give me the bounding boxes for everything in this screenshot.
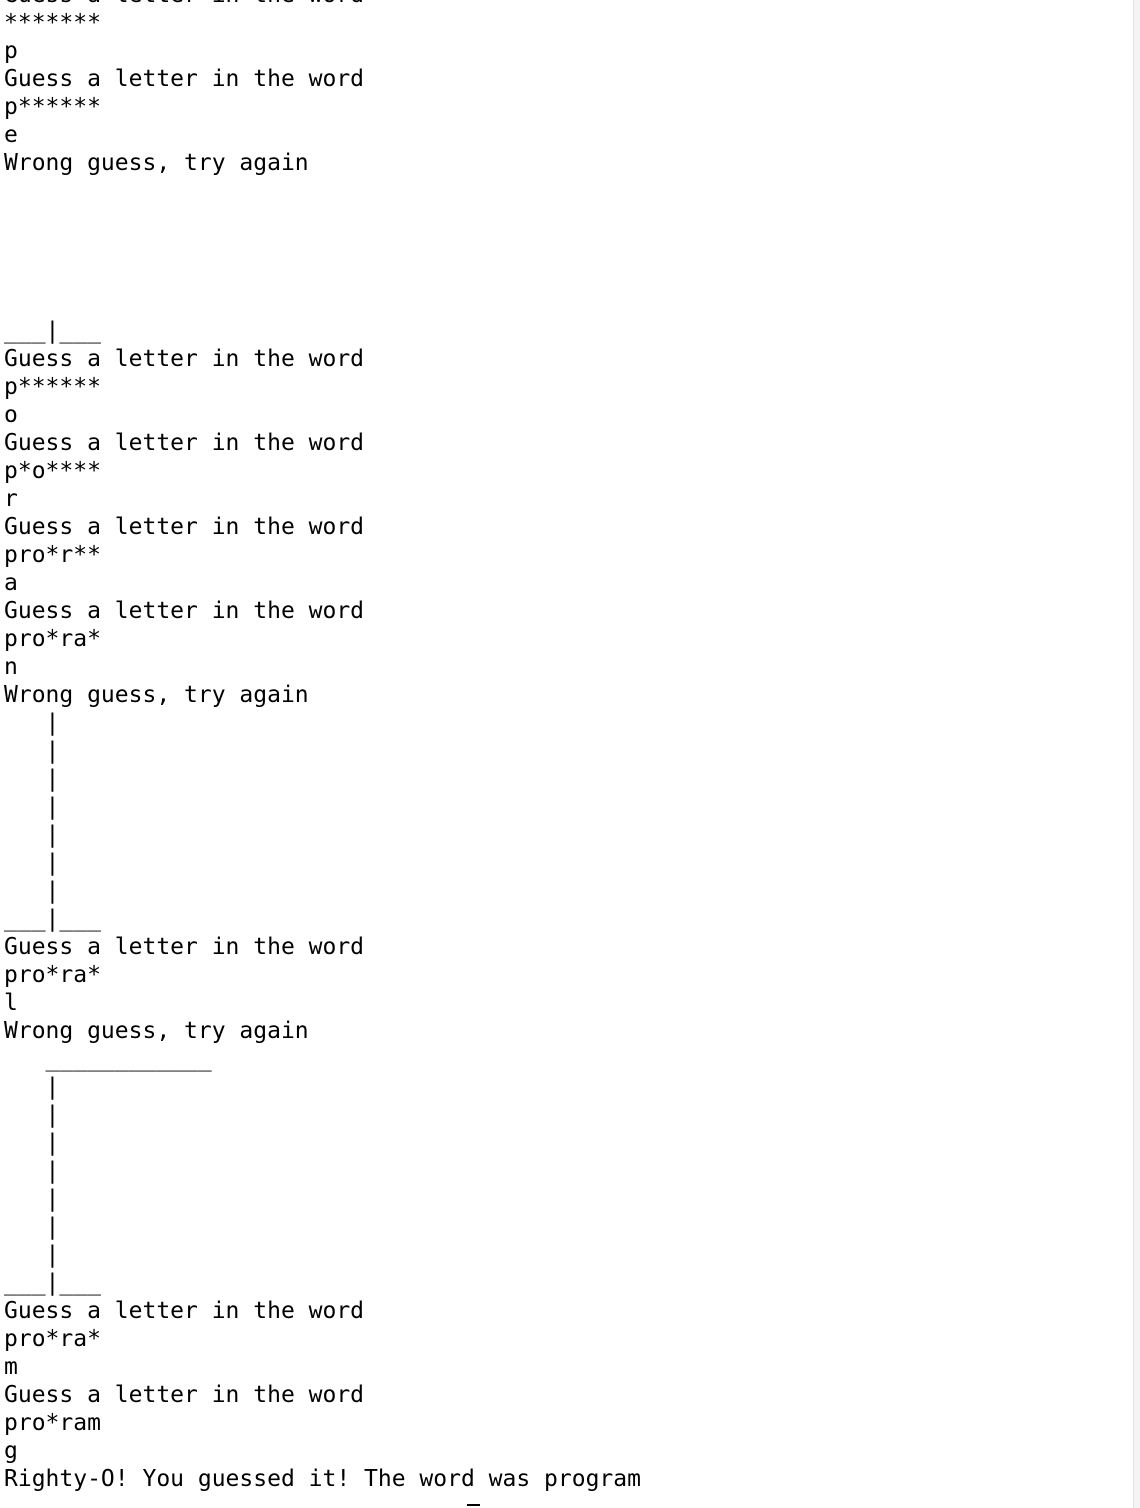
- terminal-line: Guess a letter in the word: [4, 1382, 365, 1408]
- terminal-line: |: [4, 822, 60, 848]
- terminal-line: r: [4, 486, 18, 512]
- terminal-line: |: [4, 1158, 60, 1184]
- terminal-line: |: [4, 1186, 60, 1212]
- terminal-line: Guess a letter in the word: [4, 598, 365, 624]
- terminal-line: Wrong guess, try again: [4, 1018, 309, 1044]
- terminal-line: pro*ra*: [4, 626, 101, 652]
- terminal-line: l: [4, 990, 18, 1016]
- terminal-line: e: [4, 122, 18, 148]
- terminal-line: pro*ra*: [4, 1326, 101, 1352]
- terminal-line: |: [4, 1242, 60, 1268]
- terminal-line: *******: [4, 10, 101, 36]
- terminal-line: |: [4, 1214, 60, 1240]
- terminal-line: ___|___: [4, 1270, 101, 1296]
- terminal-line: Wrong guess, try again: [4, 682, 309, 708]
- terminal-line: Guess a letter in the word: [4, 0, 364, 9]
- terminal-line: ___|___: [4, 318, 101, 344]
- terminal-line: m: [4, 1354, 18, 1380]
- terminal-line: |: [4, 1074, 60, 1100]
- terminal-line: g: [4, 1438, 18, 1464]
- terminal-line: a: [4, 570, 18, 596]
- terminal-line: p: [4, 38, 18, 64]
- terminal-line: ___|___: [4, 906, 101, 932]
- terminal-line: p******: [4, 94, 101, 120]
- terminal-line: o: [4, 402, 18, 428]
- scrollbar-track[interactable]: [1133, 0, 1140, 1508]
- terminal-output[interactable]: Guess a letter in the word*******pGuess …: [0, 0, 1134, 1508]
- terminal-line: |: [4, 738, 60, 764]
- terminal-line: Guess a letter in the word: [4, 514, 365, 540]
- terminal-line: Guess a letter in the word: [4, 934, 365, 960]
- terminal-line: |: [4, 878, 60, 904]
- terminal-line: |: [4, 850, 60, 876]
- terminal-line: ____________: [4, 1046, 212, 1072]
- terminal-line: pro*r**: [4, 542, 101, 568]
- text-cursor: [467, 1504, 480, 1506]
- terminal-line: Wrong guess, try again: [4, 150, 309, 176]
- terminal-line: |: [4, 766, 60, 792]
- terminal-line: pro*ram: [4, 1410, 101, 1436]
- terminal-line: |: [4, 794, 60, 820]
- terminal-line: Guess a letter in the word: [4, 66, 365, 92]
- terminal-line: p******: [4, 374, 101, 400]
- terminal-line: |: [4, 1130, 60, 1156]
- terminal-line: p*o****: [4, 458, 101, 484]
- terminal-line: Guess a letter in the word: [4, 346, 365, 372]
- terminal-line: Righty-O! You guessed it! The word was p…: [4, 1466, 641, 1492]
- terminal-line: Guess a letter in the word: [4, 1298, 365, 1324]
- terminal-line: |: [4, 710, 60, 736]
- terminal-line: pro*ra*: [4, 962, 101, 988]
- terminal-line: Guess a letter in the word: [4, 430, 365, 456]
- terminal-line: n: [4, 654, 18, 680]
- terminal-line: |: [4, 1102, 60, 1128]
